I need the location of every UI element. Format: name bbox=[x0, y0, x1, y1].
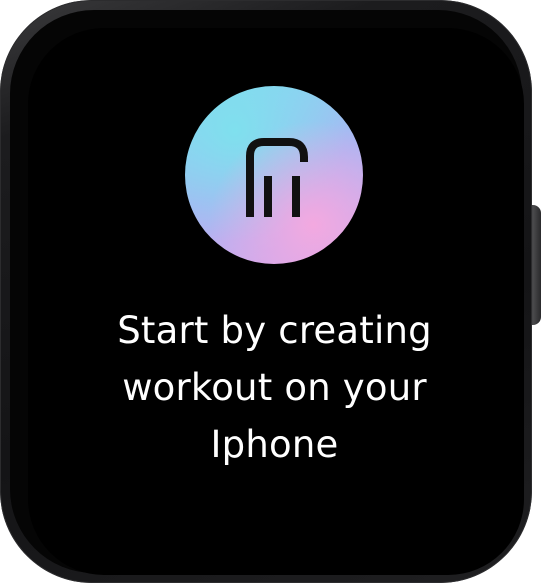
message-line-2: workout on your bbox=[122, 366, 427, 409]
fi-logo-icon bbox=[246, 138, 308, 217]
onboarding-message: Start by creating workout on your Iphone bbox=[40, 302, 509, 473]
app-logo bbox=[185, 86, 363, 264]
message-line-1: Start by creating bbox=[117, 309, 432, 352]
watch-canvas: Start by creating workout on your Iphone bbox=[0, 0, 549, 583]
message-line-3: Iphone bbox=[210, 423, 339, 466]
